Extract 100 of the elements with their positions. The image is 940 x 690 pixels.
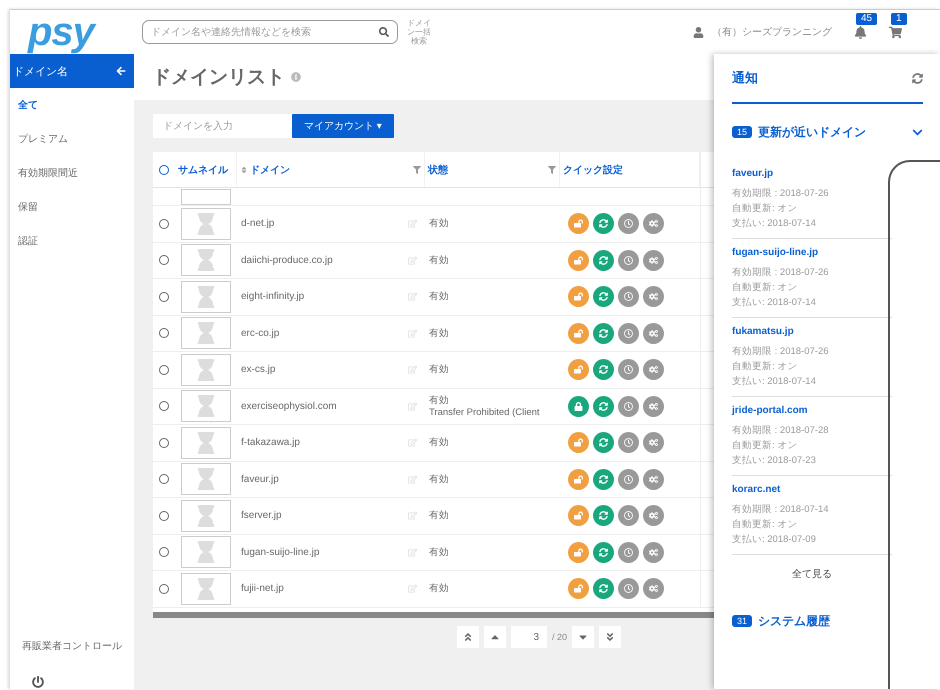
gears-button[interactable]: [643, 505, 664, 526]
open-padlock-icon: [574, 292, 583, 302]
column-header[interactable]: ドメイン: [237, 152, 425, 187]
first-page-button[interactable]: [457, 626, 479, 648]
gears-button[interactable]: [643, 542, 664, 563]
domain-link[interactable]: fukamatsu.jp: [732, 326, 892, 337]
gears-button[interactable]: [643, 396, 664, 417]
sidebar-item[interactable]: 全て: [10, 88, 134, 122]
column-header[interactable]: サムネイル: [175, 152, 237, 187]
row-radio[interactable]: [159, 292, 169, 302]
expiry-date: 有効期限 : 2018-07-26: [732, 187, 830, 200]
unlock-button[interactable]: [568, 505, 589, 526]
column-header[interactable]: 状態: [425, 152, 560, 187]
next-page-button[interactable]: [572, 626, 594, 648]
account-dropdown-button[interactable]: マイアカウント ▾: [292, 114, 394, 138]
gears-button[interactable]: [643, 213, 664, 234]
gears-button[interactable]: [643, 578, 664, 600]
domain-link[interactable]: faveur.jp: [732, 168, 892, 179]
domain-name: daiichi-produce.co.jp: [241, 254, 333, 266]
power-icon[interactable]: [32, 676, 44, 688]
sidebar-item[interactable]: 有効期限間近: [10, 156, 134, 190]
user-icon: [693, 26, 704, 38]
gears-button[interactable]: [643, 359, 664, 380]
sidebar-link[interactable]: 再販業者コントロール: [10, 639, 134, 689]
back-arrow-icon[interactable]: [116, 66, 126, 76]
see-all-link[interactable]: 全て見る: [732, 555, 892, 593]
sync-button[interactable]: [593, 578, 614, 600]
clock-button[interactable]: [618, 505, 639, 526]
expiry-date: 有効期限 : 2018-07-26: [732, 266, 830, 279]
auto-renew-status: 自動更新: オン: [732, 439, 798, 452]
unlock-button[interactable]: [568, 542, 589, 563]
row-radio[interactable]: [159, 328, 169, 338]
row-radio[interactable]: [159, 438, 169, 448]
user-name: （有）シーズプランニング: [712, 26, 832, 39]
status-text: 有効: [429, 254, 450, 267]
lock-button[interactable]: [568, 396, 589, 417]
gears-button[interactable]: [643, 250, 664, 271]
clock-button[interactable]: [618, 286, 639, 308]
gears-button[interactable]: [643, 432, 664, 454]
status-text: 有効: [429, 582, 450, 596]
domain-link[interactable]: jride-portal.com: [732, 405, 892, 416]
clock-button[interactable]: [618, 468, 639, 490]
unlock-button[interactable]: [568, 359, 589, 380]
sync-button[interactable]: [593, 213, 614, 234]
sync-button[interactable]: [593, 396, 614, 417]
select-all-radio[interactable]: [159, 164, 169, 174]
clock-button[interactable]: [618, 396, 639, 417]
domain-filter-field[interactable]: ドメインを入力: [153, 114, 292, 138]
search-field[interactable]: ドメイン名や連絡先情報などを検索: [142, 20, 398, 44]
previous-page-button[interactable]: [484, 626, 506, 648]
clock-button[interactable]: [618, 213, 639, 234]
sync-button[interactable]: [593, 542, 614, 563]
filter-icon[interactable]: [548, 166, 556, 174]
filter-icon[interactable]: [413, 166, 421, 174]
sync-button[interactable]: [593, 359, 614, 380]
clock-button[interactable]: [618, 432, 639, 454]
unlock-button[interactable]: [568, 432, 589, 454]
hourglass-icon: [195, 504, 217, 527]
row-radio[interactable]: [159, 474, 169, 484]
clock-button[interactable]: [618, 250, 639, 271]
sidebar-item[interactable]: プレミアム: [10, 122, 134, 156]
sync-button[interactable]: [593, 250, 614, 271]
sync-button[interactable]: [593, 286, 614, 308]
unlock-button[interactable]: [568, 213, 589, 234]
column-header[interactable]: クイック設定: [560, 152, 700, 187]
row-radio[interactable]: [159, 584, 169, 594]
row-radio[interactable]: [159, 255, 169, 266]
sync-button[interactable]: [593, 322, 614, 344]
sync-button[interactable]: [593, 432, 614, 454]
unlock-button[interactable]: [568, 322, 589, 344]
row-radio[interactable]: [159, 510, 169, 521]
unlock-button[interactable]: [568, 286, 589, 308]
search-icon[interactable]: [379, 27, 389, 37]
clock-button[interactable]: [618, 359, 639, 380]
clock-button[interactable]: [618, 322, 639, 344]
refresh-icon[interactable]: [912, 72, 923, 84]
sync-button[interactable]: [593, 505, 614, 526]
sync-button[interactable]: [593, 468, 614, 490]
section-header[interactable]: 31 システム履歴: [732, 593, 923, 649]
unlock-button[interactable]: [568, 250, 589, 271]
row-radio[interactable]: [159, 218, 169, 229]
row-radio[interactable]: [159, 401, 169, 412]
unlock-button[interactable]: [568, 468, 589, 490]
section-header[interactable]: 15 更新が近いドメイン: [732, 104, 923, 160]
sidebar-item[interactable]: 保留: [10, 190, 134, 224]
row-radio[interactable]: [159, 364, 169, 375]
row-radio[interactable]: [159, 547, 169, 558]
domain-link[interactable]: korarc.net: [732, 484, 892, 495]
clock-button[interactable]: [618, 578, 639, 600]
unlock-button[interactable]: [568, 578, 589, 600]
gears-button[interactable]: [643, 322, 664, 344]
gears-button[interactable]: [643, 468, 664, 490]
last-page-button[interactable]: [599, 626, 622, 648]
domain-name: erc-co.jp: [241, 328, 280, 339]
gears-button[interactable]: [643, 286, 664, 308]
clock-button[interactable]: [618, 542, 639, 563]
domain-link[interactable]: fugan-suijo-line.jp: [732, 247, 892, 258]
page-number-field[interactable]: 3: [511, 626, 547, 648]
clock-icon: [624, 328, 633, 338]
sidebar-item[interactable]: 認証: [10, 224, 134, 258]
